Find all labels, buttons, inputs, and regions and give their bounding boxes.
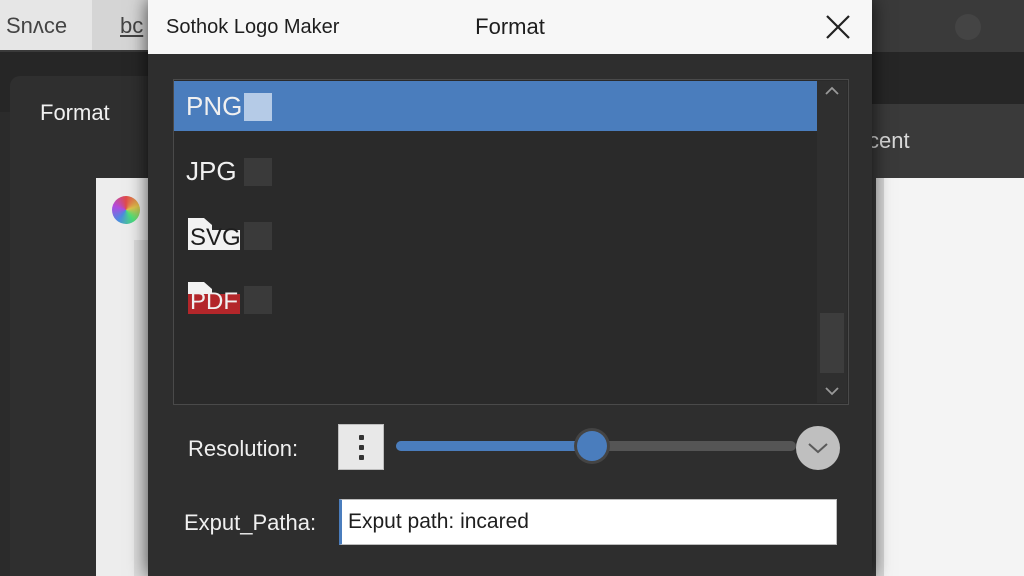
resolution-label: Resolution:	[188, 436, 299, 461]
format-item-png[interactable]: PNG	[174, 81, 818, 131]
format-item-label: PDF	[190, 288, 238, 315]
format-item-label: JPG	[186, 156, 237, 186]
resolution-menu-button[interactable]	[338, 424, 384, 470]
background-panel-title: Format	[40, 100, 110, 125]
format-item-label: SVG	[190, 224, 241, 251]
close-icon	[826, 15, 850, 39]
dialog-titlebar: Sothok Logo Maker Format	[148, 0, 872, 54]
background-right-label: cent	[868, 128, 910, 153]
background-right-canvas	[876, 178, 1024, 576]
format-item-jpg[interactable]: JPG	[174, 146, 818, 196]
resolution-slider-thumb[interactable]	[577, 431, 607, 461]
app-name: Sothok Logo Maker	[166, 16, 340, 38]
output-path-label: Exput_Patha:	[184, 510, 317, 535]
chevron-up-icon	[825, 86, 839, 95]
format-dialog: Sothok Logo Maker Format PNG JPG SVG PDF…	[148, 0, 872, 576]
format-item-swatch	[244, 286, 272, 314]
color-wheel-icon	[112, 196, 140, 224]
background-circle-icon	[955, 14, 981, 40]
menu-dot	[359, 445, 364, 450]
menu-dot	[359, 455, 364, 460]
list-scrollbar[interactable]	[817, 81, 847, 403]
dialog-title: Format	[475, 14, 545, 39]
scroll-up-button[interactable]	[817, 81, 847, 103]
background-right-divider	[876, 178, 884, 576]
format-list[interactable]: PNG JPG SVG PDF	[173, 79, 849, 405]
chevron-down-icon	[808, 443, 828, 454]
format-item-svg[interactable]: SVG	[174, 210, 818, 260]
format-item-swatch	[244, 93, 272, 121]
output-path-input[interactable]	[339, 499, 837, 545]
scroll-thumb[interactable]	[820, 313, 844, 373]
background-tab[interactable]: Snʌce	[0, 0, 92, 50]
resolution-slider-fill	[396, 441, 592, 451]
format-item-swatch	[244, 158, 272, 186]
format-item-swatch	[244, 222, 272, 250]
scroll-down-button[interactable]	[817, 381, 847, 403]
format-item-label: PNG	[186, 91, 243, 121]
close-button[interactable]	[822, 10, 854, 44]
menu-dot	[359, 435, 364, 440]
format-item-pdf[interactable]: PDF	[174, 274, 818, 324]
resolution-dropdown-button[interactable]	[796, 426, 840, 470]
chevron-down-icon	[825, 387, 839, 396]
background-tab[interactable]: bc	[92, 0, 148, 50]
resolution-slider[interactable]	[396, 431, 796, 461]
